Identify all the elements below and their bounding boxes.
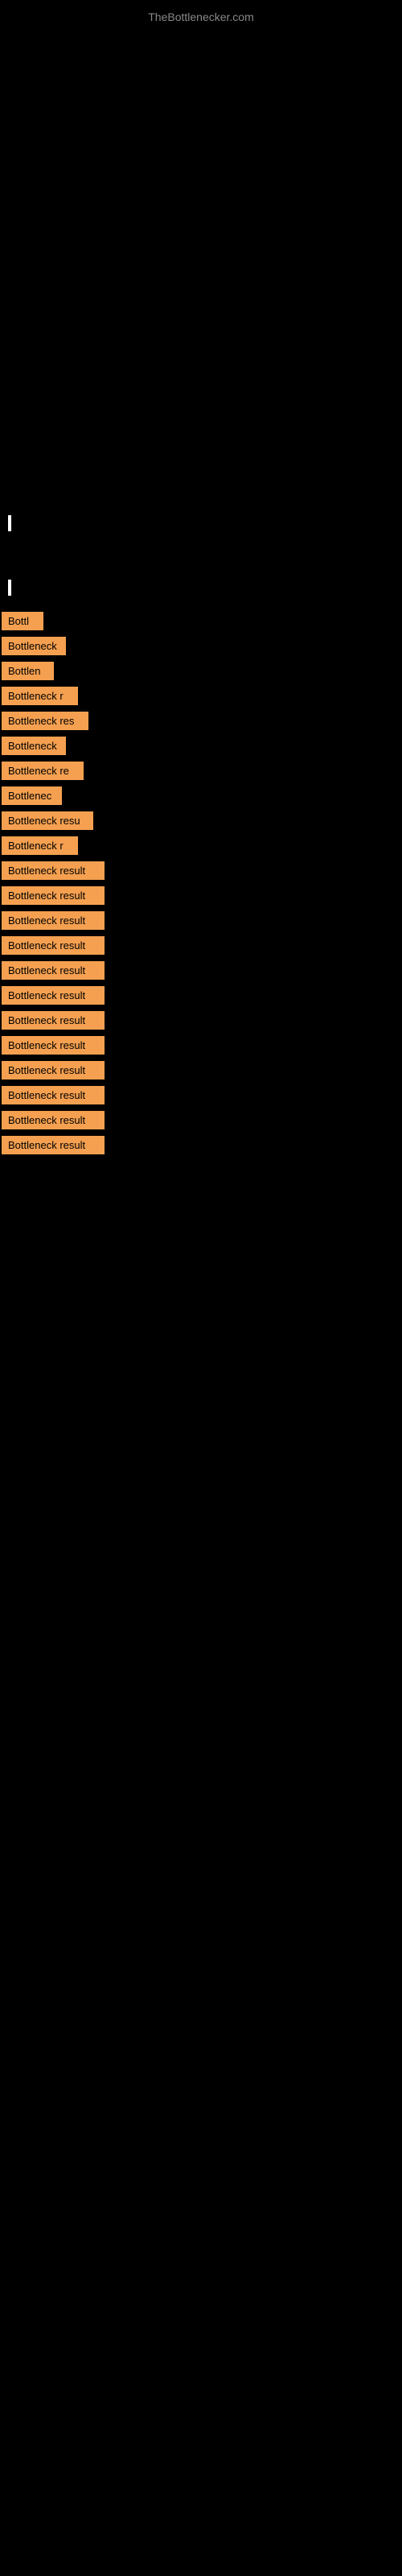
list-item[interactable]: Bottleneck r <box>2 687 78 705</box>
site-title: TheBottlenecker.com <box>0 4 402 30</box>
list-item[interactable]: Bottlen <box>2 662 54 680</box>
list-item[interactable]: Bottlenec <box>2 786 62 805</box>
list-item[interactable]: Bottleneck <box>2 737 66 755</box>
list-item[interactable]: Bottleneck result <box>2 1136 105 1154</box>
list-item[interactable]: Bottleneck res <box>2 712 88 730</box>
list-item[interactable]: Bottleneck result <box>2 1036 105 1055</box>
list-item[interactable]: Bottleneck result <box>2 986 105 1005</box>
list-item[interactable]: Bottleneck result <box>2 911 105 930</box>
cursor-line-1 <box>8 515 11 531</box>
list-item[interactable]: Bottleneck result <box>2 886 105 905</box>
list-item[interactable]: Bottleneck resu <box>2 811 93 830</box>
cursor-line-2 <box>8 580 11 596</box>
list-item[interactable]: Bottleneck result <box>2 861 105 880</box>
list-item[interactable]: Bottleneck re <box>2 762 84 780</box>
list-item[interactable]: Bottleneck result <box>2 1086 105 1104</box>
list-item[interactable]: Bottleneck <box>2 637 66 655</box>
list-item[interactable]: Bottleneck result <box>2 961 105 980</box>
list-item[interactable]: Bottleneck result <box>2 1061 105 1080</box>
list-item[interactable]: Bottleneck result <box>2 936 105 955</box>
page-content: TheBottlenecker.com BottlBottleneckBottl… <box>0 0 402 2576</box>
list-item[interactable]: Bottleneck result <box>2 1111 105 1129</box>
bottleneck-items-container: Bottl Bottleneck Bottlen Bottleneck r Bottle… <box>0 612 402 1161</box>
list-item[interactable]: Bottl <box>2 612 43 630</box>
list-item[interactable]: Bottleneck result <box>2 1011 105 1030</box>
list-item[interactable]: Bottleneck r <box>2 836 78 855</box>
